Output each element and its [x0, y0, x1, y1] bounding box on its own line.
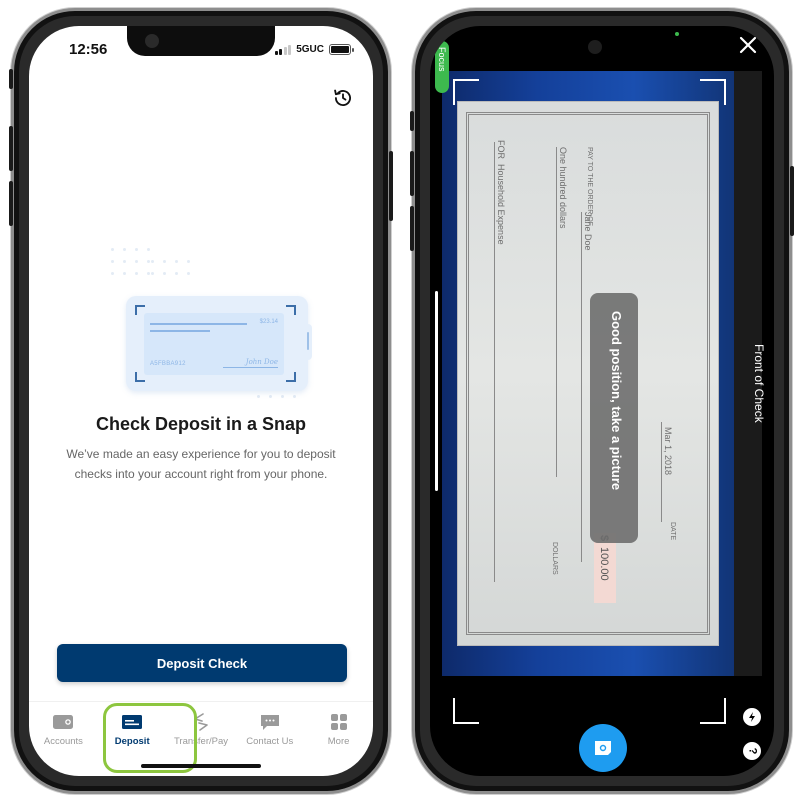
frame-corner	[453, 698, 479, 724]
deposit-check-button[interactable]: Deposit Check	[57, 644, 347, 682]
home-indicator[interactable]	[141, 764, 261, 768]
capture-side-label: Front of Check	[752, 344, 766, 423]
frame-corner	[453, 79, 479, 105]
flash-button[interactable]	[743, 708, 761, 726]
check-payee: Jane Doe	[583, 212, 593, 251]
tab-label: More	[327, 736, 350, 747]
front-camera	[588, 40, 602, 54]
position-toast: Good position, take a picture	[590, 293, 638, 543]
help-icon: ?	[745, 747, 758, 755]
mini-check-signature: John Doe	[245, 358, 278, 366]
wallet-icon	[53, 715, 74, 729]
flash-icon	[749, 712, 755, 722]
check-amount-field: $ 100.00	[594, 533, 616, 603]
mute-switch	[410, 111, 414, 131]
battery-icon	[329, 44, 354, 55]
bottom-tab-bar: Accounts Deposit Transfer/Pay Contact Us	[29, 701, 373, 761]
close-camera-button[interactable]	[738, 35, 758, 55]
tab-contact-us[interactable]: Contact Us	[235, 702, 304, 761]
power-button	[389, 151, 393, 221]
chat-bubble-icon	[260, 714, 279, 730]
hero-description: We’ve made an easy experience for you to…	[66, 447, 336, 481]
focus-button[interactable]: Focus	[435, 41, 449, 93]
check-image: FOR Household Expense One hundred dollar…	[457, 101, 719, 646]
front-camera	[145, 34, 159, 48]
check-illustration: $23.14 A5FBBA912 John Doe	[109, 248, 312, 408]
camera-screen: FOR Household Expense One hundred dollar…	[430, 26, 774, 776]
check-amount: 100.00	[598, 547, 610, 581]
tab-accounts[interactable]: Accounts	[29, 702, 98, 761]
decor-dots	[111, 248, 150, 275]
camera-icon	[595, 741, 611, 755]
tab-label: Transfer/Pay	[173, 736, 228, 747]
tab-deposit[interactable]: Deposit	[98, 702, 167, 761]
status-indicators: 5GUC	[274, 44, 354, 55]
mute-switch	[9, 69, 13, 89]
check-dollars-label: DOLLARS	[551, 542, 558, 575]
check-memo: FOR Household Expense	[496, 140, 506, 245]
shutter-button[interactable]	[579, 724, 627, 772]
network-type: 5GUC	[296, 44, 324, 55]
decor-dots	[151, 260, 190, 275]
notch	[127, 26, 275, 56]
deposit-history-button[interactable]	[331, 86, 355, 110]
phone-illustration: $23.14 A5FBBA912 John Doe	[126, 296, 312, 391]
check-date-label: DATE	[669, 522, 676, 541]
mini-check: $23.14 A5FBBA912 John Doe	[144, 313, 284, 375]
status-time: 12:56	[69, 41, 108, 58]
volume-down-button	[410, 206, 414, 251]
deposit-screen: 12:56 5GUC $23.14 A5FBBA912 John Doe Che…	[29, 26, 373, 776]
volume-up-button	[9, 126, 13, 171]
tab-label: Accounts	[43, 736, 83, 747]
check-amount-words: One hundred dollars	[558, 147, 568, 229]
grid-icon	[330, 714, 347, 730]
power-button	[790, 166, 794, 236]
mini-check-amount: $23.14	[259, 319, 278, 325]
close-icon	[739, 36, 757, 54]
check-date: Mar 1, 2018	[663, 427, 673, 476]
hero-title: Check Deposit in a Snap	[95, 414, 307, 434]
signal-icon	[274, 44, 292, 55]
frame-corner	[700, 698, 726, 724]
transfer-arrows-icon	[194, 713, 208, 731]
frame-corner	[700, 79, 726, 105]
volume-down-button	[9, 181, 13, 226]
toast-text: Good position, take a picture	[609, 311, 624, 491]
camera-viewfinder: FOR Household Expense One hundred dollar…	[442, 71, 762, 676]
tab-label: Deposit	[114, 736, 150, 747]
phone-frame-camera: FOR Household Expense One hundred dollar…	[410, 8, 794, 794]
volume-up-button	[410, 151, 414, 196]
phone-frame-deposit: 12:56 5GUC $23.14 A5FBBA912 John Doe Che…	[9, 8, 393, 794]
tab-more[interactable]: More	[304, 702, 373, 761]
check-card-icon	[122, 715, 143, 729]
help-button[interactable]: ?	[743, 742, 761, 760]
tab-transfer-pay[interactable]: Transfer/Pay	[167, 702, 236, 761]
notch	[528, 26, 676, 56]
zoom-slider[interactable]	[435, 291, 438, 491]
focus-label: Focus	[437, 47, 447, 72]
mini-check-account: A5FBBA912	[150, 361, 186, 367]
tab-label: Contact Us	[246, 736, 294, 747]
history-icon	[334, 89, 351, 107]
